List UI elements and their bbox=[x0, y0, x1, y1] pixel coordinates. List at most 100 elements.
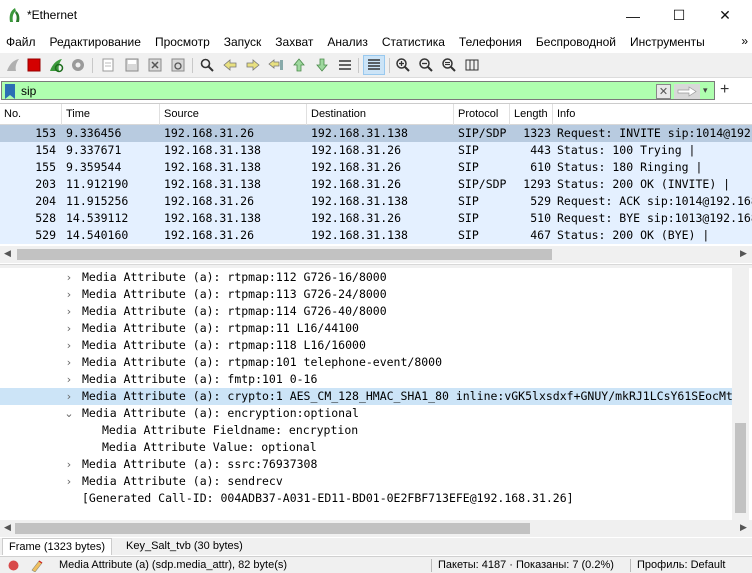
expand-arrow-icon[interactable]: › bbox=[63, 388, 75, 405]
packet-row[interactable]: 155 9.359544 192.168.31.138 192.168.31.26 SI… bbox=[0, 159, 752, 176]
scrollbar-thumb[interactable] bbox=[17, 249, 552, 260]
expand-arrow-icon[interactable]: › bbox=[63, 354, 75, 371]
tree-item[interactable]: [Generated Call-ID: 004ADB37-A031-ED11-B… bbox=[0, 490, 732, 507]
expert-info-icon[interactable] bbox=[8, 560, 19, 571]
last-packet-icon[interactable] bbox=[314, 57, 330, 73]
maximize-button[interactable]: ☐ bbox=[656, 0, 702, 31]
autoscroll-icon[interactable] bbox=[337, 57, 353, 73]
menu-tools[interactable]: Инструменты bbox=[623, 35, 712, 49]
back-icon[interactable] bbox=[222, 57, 238, 73]
packet-cell-source: 192.168.31.26 bbox=[164, 194, 255, 208]
tree-item[interactable]: › Media Attribute (a): fmtp:101 0-16 bbox=[0, 371, 732, 388]
zoom-out-icon[interactable] bbox=[418, 57, 434, 73]
packet-row[interactable]: 154 9.337671 192.168.31.138 192.168.31.26 SI… bbox=[0, 142, 752, 159]
capture-comment-icon[interactable] bbox=[30, 559, 44, 572]
menu-go[interactable]: Запуск bbox=[217, 35, 269, 49]
expand-arrow-icon[interactable]: › bbox=[63, 337, 75, 354]
tree-item[interactable]: Media Attribute Value: optional bbox=[0, 439, 732, 456]
go-to-packet-icon[interactable] bbox=[268, 57, 284, 73]
resize-columns-icon[interactable] bbox=[464, 57, 480, 73]
tree-item-text: [Generated Call-ID: 004ADB37-A031-ED11-B… bbox=[82, 491, 574, 505]
details-vscrollbar[interactable] bbox=[732, 268, 749, 523]
apply-filter-button[interactable] bbox=[674, 84, 700, 99]
first-packet-icon[interactable] bbox=[291, 57, 307, 73]
expand-arrow-icon[interactable]: › bbox=[63, 269, 75, 286]
scroll-right-icon[interactable]: ▶ bbox=[740, 249, 747, 259]
expand-arrow-icon[interactable]: › bbox=[63, 320, 75, 337]
collapse-arrow-icon[interactable]: ⌄ bbox=[63, 405, 75, 422]
tree-item[interactable]: › Media Attribute (a): rtpmap:101 telepho… bbox=[0, 354, 732, 371]
scroll-left-icon[interactable]: ◀ bbox=[4, 249, 11, 259]
scroll-right-icon[interactable]: ▶ bbox=[740, 523, 747, 533]
shark-fin-icon[interactable] bbox=[5, 57, 21, 73]
tree-item[interactable]: ⌄ Media Attribute (a): encryption:optiona… bbox=[0, 405, 732, 422]
scrollbar-thumb[interactable] bbox=[15, 523, 530, 534]
column-header-destination[interactable]: Destination bbox=[307, 104, 454, 125]
menu-statistics[interactable]: Статистика bbox=[375, 35, 452, 49]
zoom-in-icon[interactable] bbox=[395, 57, 411, 73]
open-file-icon[interactable] bbox=[100, 57, 116, 73]
tree-item[interactable]: › Media Attribute (a): rtpmap:11 L16/4410… bbox=[0, 320, 732, 337]
find-icon[interactable] bbox=[199, 57, 215, 73]
packet-row[interactable]: 203 11.912190 192.168.31.138 192.168.31.26 S… bbox=[0, 176, 752, 193]
menu-file[interactable]: Файл bbox=[0, 35, 43, 49]
colorize-icon[interactable] bbox=[363, 55, 385, 75]
packet-list-hscrollbar[interactable]: ◀ ▶ bbox=[0, 246, 752, 263]
column-header-info[interactable]: Info bbox=[553, 104, 752, 125]
bookmark-icon[interactable] bbox=[4, 84, 16, 99]
stop-icon[interactable] bbox=[26, 57, 42, 73]
tree-item-text: Media Attribute (a): sendrecv bbox=[82, 474, 283, 488]
expand-arrow-icon[interactable]: › bbox=[63, 456, 75, 473]
menu-edit[interactable]: Редактирование bbox=[43, 35, 148, 49]
packet-row[interactable]: 204 11.915256 192.168.31.26 192.168.31.138 S… bbox=[0, 193, 752, 210]
column-header-no[interactable]: No. bbox=[0, 104, 62, 125]
menu-analyze[interactable]: Анализ bbox=[320, 35, 375, 49]
menu-wireless[interactable]: Беспроводной bbox=[529, 35, 623, 49]
packet-row[interactable]: 528 14.539112 192.168.31.138 192.168.31.26 S… bbox=[0, 210, 752, 227]
minimize-button[interactable]: — bbox=[610, 0, 656, 31]
close-file-icon[interactable] bbox=[147, 57, 163, 73]
zoom-reset-icon[interactable] bbox=[441, 57, 457, 73]
clear-filter-button[interactable]: ✕ bbox=[656, 84, 671, 99]
display-filter-input[interactable]: sip ✕ ▾ bbox=[1, 81, 715, 100]
packet-row[interactable]: 529 14.540160 192.168.31.26 192.168.31.138 S… bbox=[0, 227, 752, 244]
packet-cell-destination: 192.168.31.26 bbox=[311, 143, 402, 157]
add-filter-button[interactable]: + bbox=[720, 81, 729, 99]
tree-item[interactable]: Media Attribute Fieldname: encryption bbox=[0, 422, 732, 439]
restart-icon[interactable] bbox=[48, 57, 64, 73]
tab-key-salt-bytes[interactable]: Key_Salt_tvb (30 bytes) bbox=[120, 538, 249, 555]
scrollbar-thumb[interactable] bbox=[735, 423, 746, 513]
forward-icon[interactable] bbox=[245, 57, 261, 73]
tree-item-text: Media Attribute Value: optional bbox=[102, 440, 317, 454]
status-profile[interactable]: Профиль: Default bbox=[637, 557, 725, 573]
menu-capture[interactable]: Захват bbox=[268, 35, 320, 49]
tree-item[interactable]: › Media Attribute (a): ssrc:76937308 bbox=[0, 456, 732, 473]
details-hscrollbar[interactable]: ◀ ▶ bbox=[0, 520, 752, 537]
tree-item[interactable]: › Media Attribute (a): rtpmap:118 L16/160… bbox=[0, 337, 732, 354]
reload-icon[interactable] bbox=[170, 57, 186, 73]
column-header-time[interactable]: Time bbox=[62, 104, 160, 125]
expand-arrow-icon[interactable]: › bbox=[63, 286, 75, 303]
menu-telephony[interactable]: Телефония bbox=[452, 35, 529, 49]
scroll-left-icon[interactable]: ◀ bbox=[4, 523, 11, 533]
expand-arrow-icon[interactable]: › bbox=[63, 473, 75, 490]
tree-item[interactable]: › Media Attribute (a): sendrecv bbox=[0, 473, 732, 490]
tab-frame-bytes[interactable]: Frame (1323 bytes) bbox=[2, 538, 112, 555]
column-header-length[interactable]: Length bbox=[510, 104, 553, 125]
packet-row[interactable]: 153 9.336456 192.168.31.26 192.168.31.138 SI… bbox=[0, 125, 752, 142]
save-icon[interactable] bbox=[124, 57, 140, 73]
menu-overflow-button[interactable]: » bbox=[741, 34, 748, 48]
tree-item[interactable]: › Media Attribute (a): rtpmap:114 G726-40… bbox=[0, 303, 732, 320]
capture-options-icon[interactable] bbox=[70, 57, 86, 73]
tree-item[interactable]: › Media Attribute (a): rtpmap:113 G726-24… bbox=[0, 286, 732, 303]
column-header-source[interactable]: Source bbox=[160, 104, 307, 125]
column-header-protocol[interactable]: Protocol bbox=[454, 104, 510, 125]
expand-arrow-icon[interactable]: › bbox=[63, 371, 75, 388]
tree-item[interactable]: › Media Attribute (a): crypto:1 AES_CM_12… bbox=[0, 388, 732, 405]
filter-history-dropdown[interactable]: ▾ bbox=[703, 85, 708, 96]
packet-cell-source: 192.168.31.138 bbox=[164, 177, 261, 191]
close-window-button[interactable]: ✕ bbox=[702, 0, 748, 31]
expand-arrow-icon[interactable]: › bbox=[63, 303, 75, 320]
menu-view[interactable]: Просмотр bbox=[148, 35, 217, 49]
tree-item[interactable]: › Media Attribute (a): rtpmap:112 G726-16… bbox=[0, 269, 732, 286]
